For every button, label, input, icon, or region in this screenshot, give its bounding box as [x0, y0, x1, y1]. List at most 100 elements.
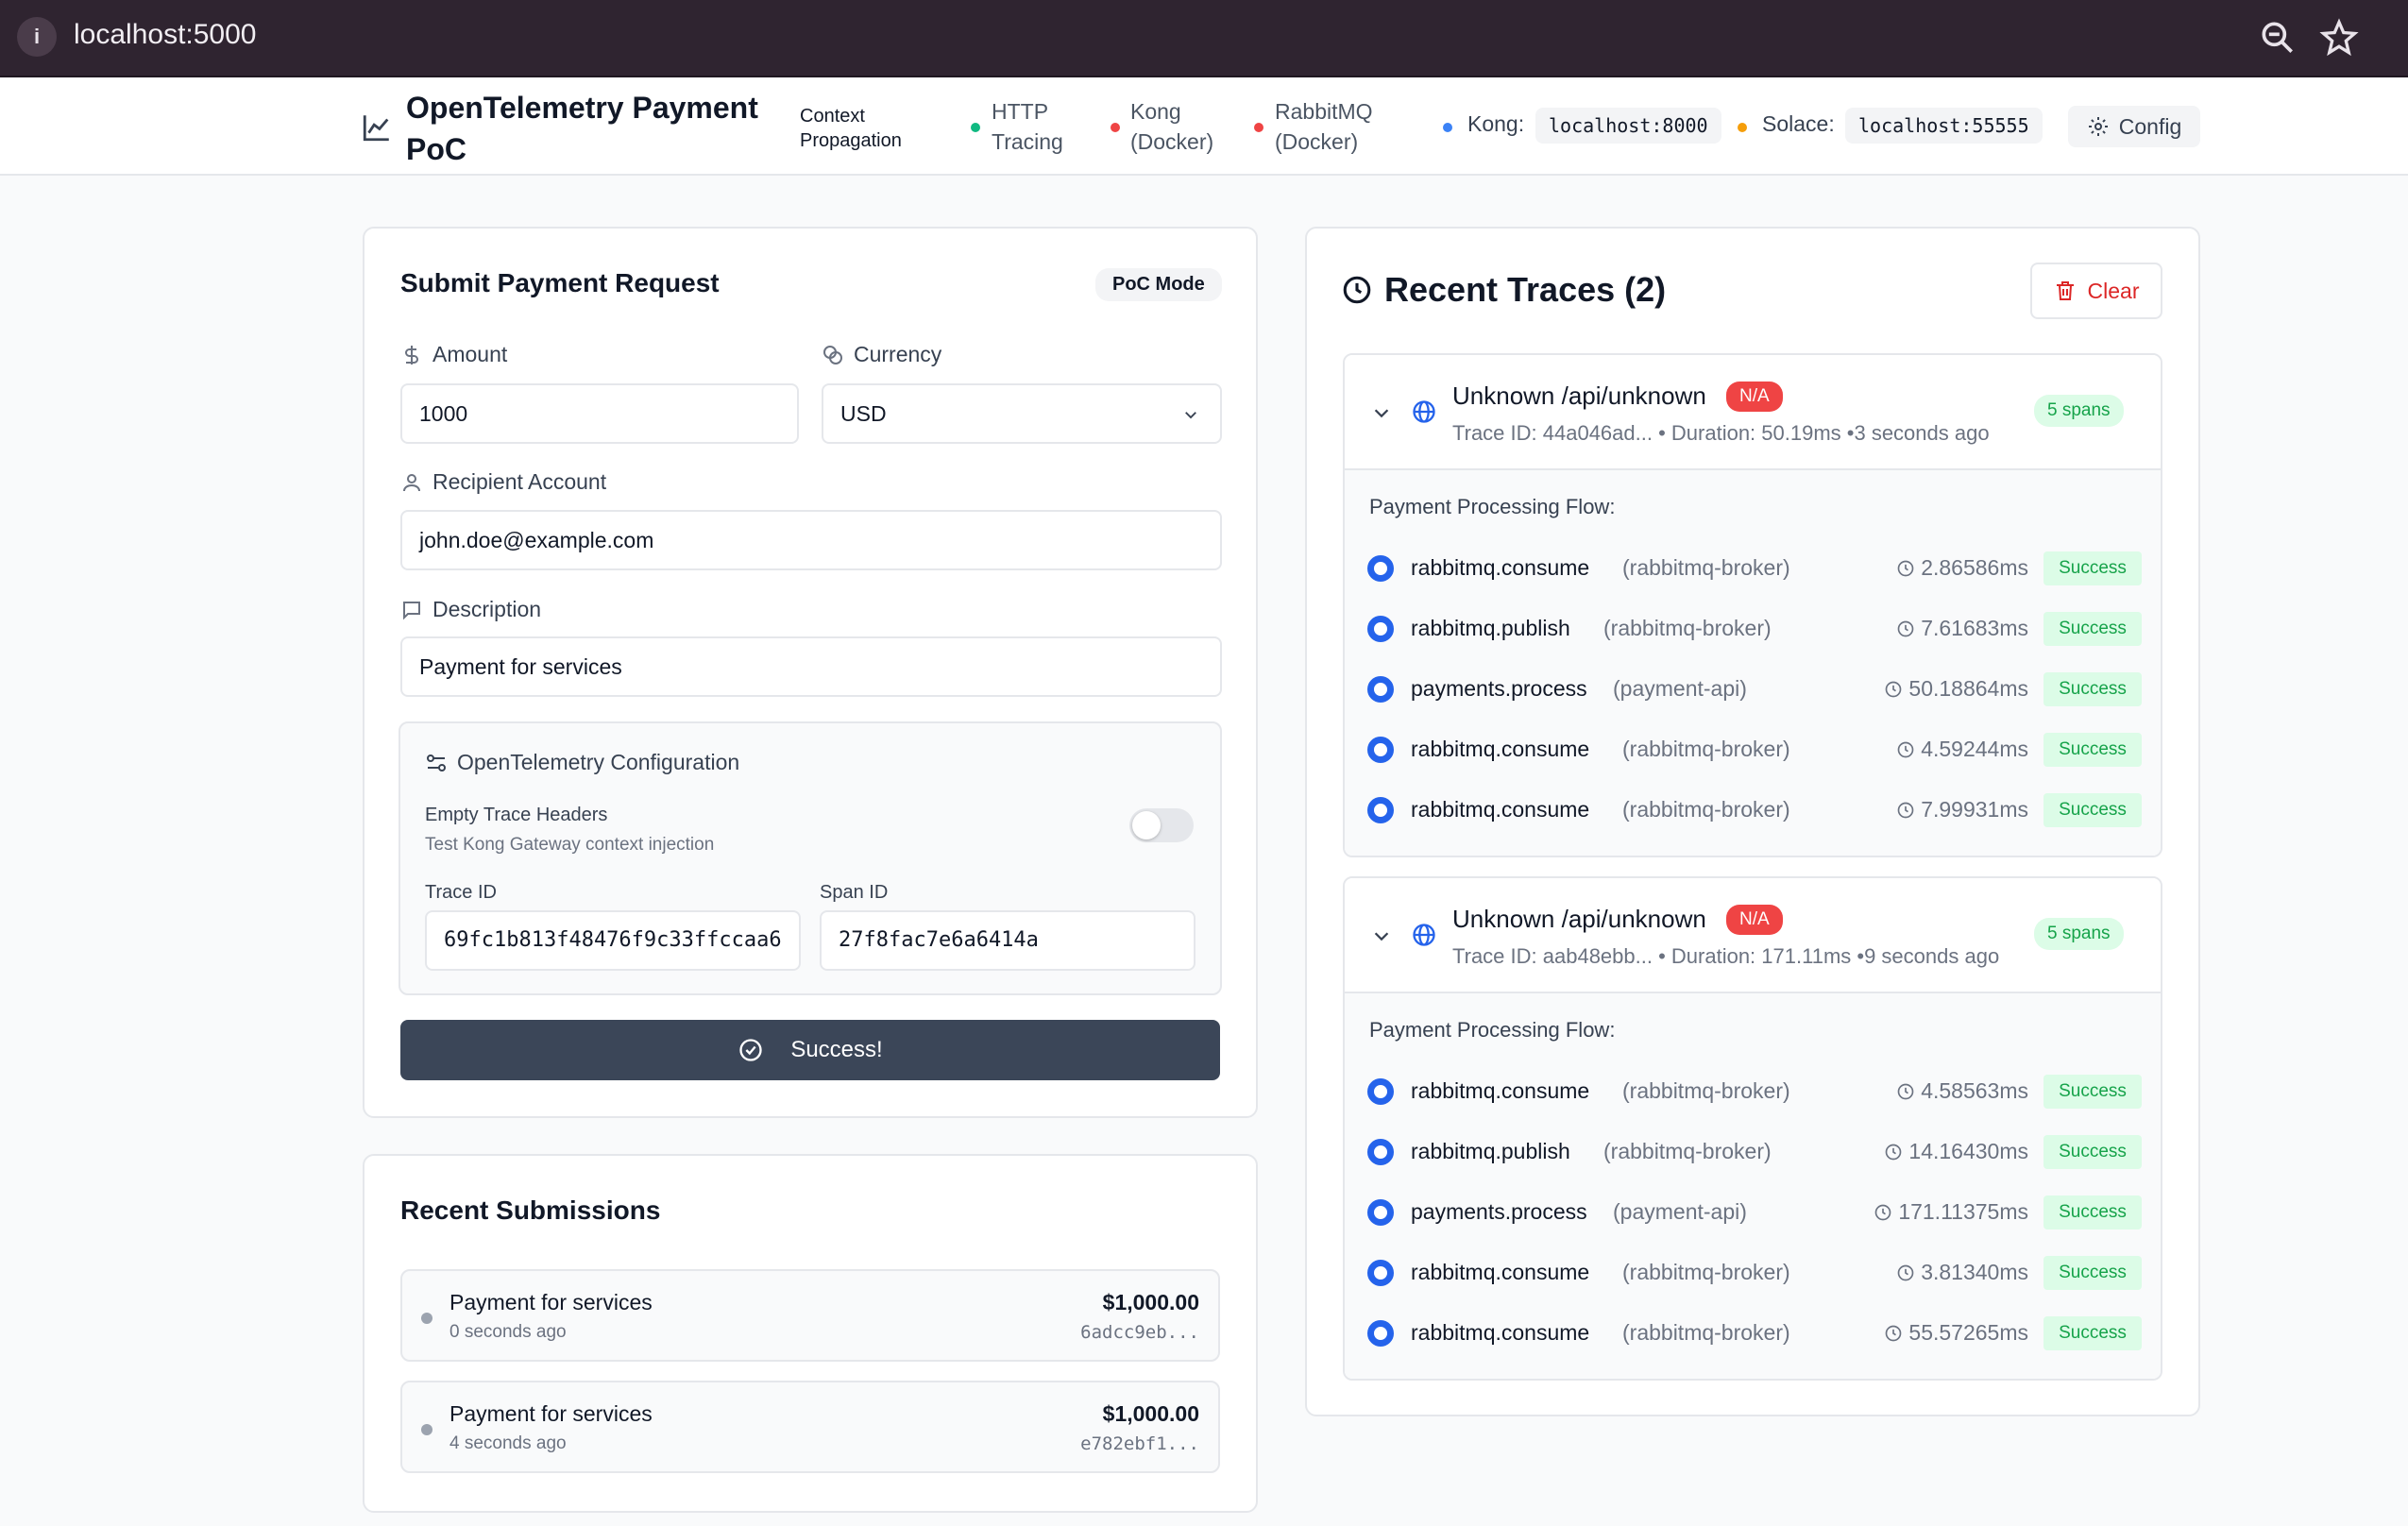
span-row: rabbitmq.publish (rabbitmq-broker) 7.616… [1367, 610, 2142, 648]
trace-card: Unknown /api/unknown N/A Trace ID: aab48… [1343, 876, 2162, 1381]
globe-icon [1413, 924, 1435, 946]
trace-header[interactable]: Unknown /api/unknown N/A Trace ID: aab48… [1345, 878, 2161, 993]
span-service: (rabbitmq-broker) [1622, 797, 1790, 822]
toggle-knob [1132, 811, 1161, 839]
description-label-text: Description [432, 597, 542, 621]
submission-item[interactable]: Payment for services 4 seconds ago $1,00… [400, 1381, 1220, 1473]
span-dot [1367, 797, 1394, 823]
zoom-icon[interactable] [2257, 17, 2298, 59]
description-input[interactable]: Payment for services [400, 636, 1222, 697]
span-duration: 4.58563ms [1896, 1078, 2028, 1104]
config-button[interactable]: Config [2068, 106, 2200, 147]
span-name: rabbitmq.publish [1411, 1139, 1570, 1163]
span-duration-text: 4.59244ms [1921, 737, 2028, 761]
submission-title: Payment for services [449, 1401, 653, 1426]
span-duration: 3.81340ms [1896, 1260, 2028, 1285]
kong-docker-label: Kong (Docker) [1130, 99, 1214, 154]
clock-icon [1886, 1325, 1902, 1341]
amount-label-text: Amount [432, 342, 508, 366]
span-duration-text: 3.81340ms [1921, 1260, 2028, 1284]
currency-select[interactable]: USD [822, 383, 1222, 444]
amount-input[interactable]: 1000 [400, 383, 799, 444]
globe-icon [1413, 400, 1435, 423]
solace-endpoint-label: Solace: [1762, 111, 1835, 136]
trash-icon [2056, 281, 2074, 300]
span-duration-text: 4.58563ms [1921, 1078, 2028, 1103]
span-status-badge: Success [2043, 1195, 2142, 1229]
submission-hash: e782ebf1... [1080, 1433, 1199, 1454]
span-duration-text: 55.57265ms [1908, 1320, 2028, 1345]
bookmark-star-icon[interactable] [2318, 17, 2360, 59]
http-status-dot [971, 123, 980, 132]
site-info-icon[interactable]: i [17, 17, 57, 57]
description-label: Description [400, 597, 541, 622]
submit-label: Success! [790, 1037, 883, 1062]
span-dot [1367, 1199, 1394, 1226]
check-circle-icon [739, 1039, 762, 1061]
span-row: rabbitmq.consume (rabbitmq-broker) 7.999… [1367, 791, 2142, 829]
trace-status-badge: N/A [1726, 382, 1783, 412]
span-duration-text: 7.61683ms [1921, 616, 2028, 640]
trace-flow: Payment Processing Flow: rabbitmq.consum… [1345, 470, 2161, 856]
span-service: (payment-api) [1613, 1199, 1747, 1224]
http-tracing-label: HTTP Tracing [992, 99, 1063, 154]
span-duration: 50.18864ms [1884, 676, 2028, 702]
span-dot [1367, 1320, 1394, 1347]
clock-icon [1897, 1083, 1914, 1099]
trace-id-label: Trace ID [425, 882, 497, 903]
span-service: (rabbitmq-broker) [1622, 1260, 1790, 1284]
submission-item[interactable]: Payment for services 0 seconds ago $1,00… [400, 1269, 1220, 1362]
span-service: (rabbitmq-broker) [1603, 1139, 1772, 1163]
span-service: (rabbitmq-broker) [1622, 555, 1790, 580]
clear-traces-button[interactable]: Clear [2030, 263, 2162, 319]
span-service: (rabbitmq-broker) [1622, 737, 1790, 761]
poc-mode-badge: PoC Mode [1095, 268, 1222, 301]
span-id-input[interactable]: 27f8fac7e6a6414a [820, 910, 1196, 971]
message-icon [403, 601, 420, 619]
trace-header[interactable]: Unknown /api/unknown N/A Trace ID: 44a04… [1345, 355, 2161, 470]
config-label: Config [2118, 113, 2182, 139]
span-duration-text: 2.86586ms [1921, 555, 2028, 580]
address-bar[interactable]: localhost:5000 [74, 19, 256, 51]
submission-hash: 6adcc9eb... [1080, 1322, 1199, 1343]
span-status-badge: Success [2043, 733, 2142, 767]
empty-headers-hint: Test Kong Gateway context injection [425, 835, 715, 855]
currency-label-text: Currency [854, 342, 942, 366]
span-status-badge: Success [2043, 612, 2142, 646]
span-name: rabbitmq.publish [1411, 616, 1570, 640]
recipient-input[interactable]: john.doe@example.com [400, 510, 1222, 570]
kong-endpoint-dot [1443, 123, 1452, 132]
clock-icon [1886, 681, 1902, 697]
span-name: rabbitmq.consume [1411, 797, 1590, 822]
submission-time: 4 seconds ago [449, 1433, 567, 1453]
span-dot [1367, 676, 1394, 703]
clear-label: Clear [2087, 278, 2140, 303]
app-header: OpenTelemetry Payment PoC Context Propag… [0, 79, 2408, 176]
span-duration-text: 171.11375ms [1898, 1199, 2028, 1224]
chevron-down-icon[interactable] [1371, 925, 1392, 946]
submissions-title: Recent Submissions [400, 1195, 661, 1225]
trace-id-input[interactable]: 69fc1b813f48476f9c33ffccaa6 [425, 910, 801, 971]
trace-card: Unknown /api/unknown N/A Trace ID: 44a04… [1343, 353, 2162, 857]
span-service: (rabbitmq-broker) [1622, 1078, 1790, 1103]
span-duration-text: 7.99931ms [1921, 797, 2028, 822]
submission-dot [421, 1424, 432, 1435]
span-status-badge: Success [2043, 793, 2142, 827]
span-row: payments.process (payment-api) 50.18864m… [1367, 670, 2142, 708]
amount-label: Amount [400, 342, 507, 367]
chevron-down-icon[interactable] [1371, 402, 1392, 423]
span-count-badge: 5 spans [2034, 395, 2124, 427]
span-status-badge: Success [2043, 1316, 2142, 1350]
solace-endpoint-dot [1738, 123, 1747, 132]
clock-icon [1897, 620, 1914, 636]
flow-label: Payment Processing Flow: [1369, 495, 1616, 518]
kong-endpoint-label: Kong: [1467, 111, 1525, 136]
span-duration: 14.16430ms [1884, 1139, 2028, 1164]
submission-time: 0 seconds ago [449, 1322, 567, 1342]
span-duration: 171.11375ms [1874, 1199, 2028, 1225]
empty-headers-toggle[interactable] [1129, 808, 1194, 842]
clock-icon [1897, 741, 1914, 757]
submit-payment-button[interactable]: Success! [400, 1020, 1220, 1080]
span-duration: 7.61683ms [1896, 616, 2028, 641]
clock-icon [1897, 1264, 1914, 1280]
